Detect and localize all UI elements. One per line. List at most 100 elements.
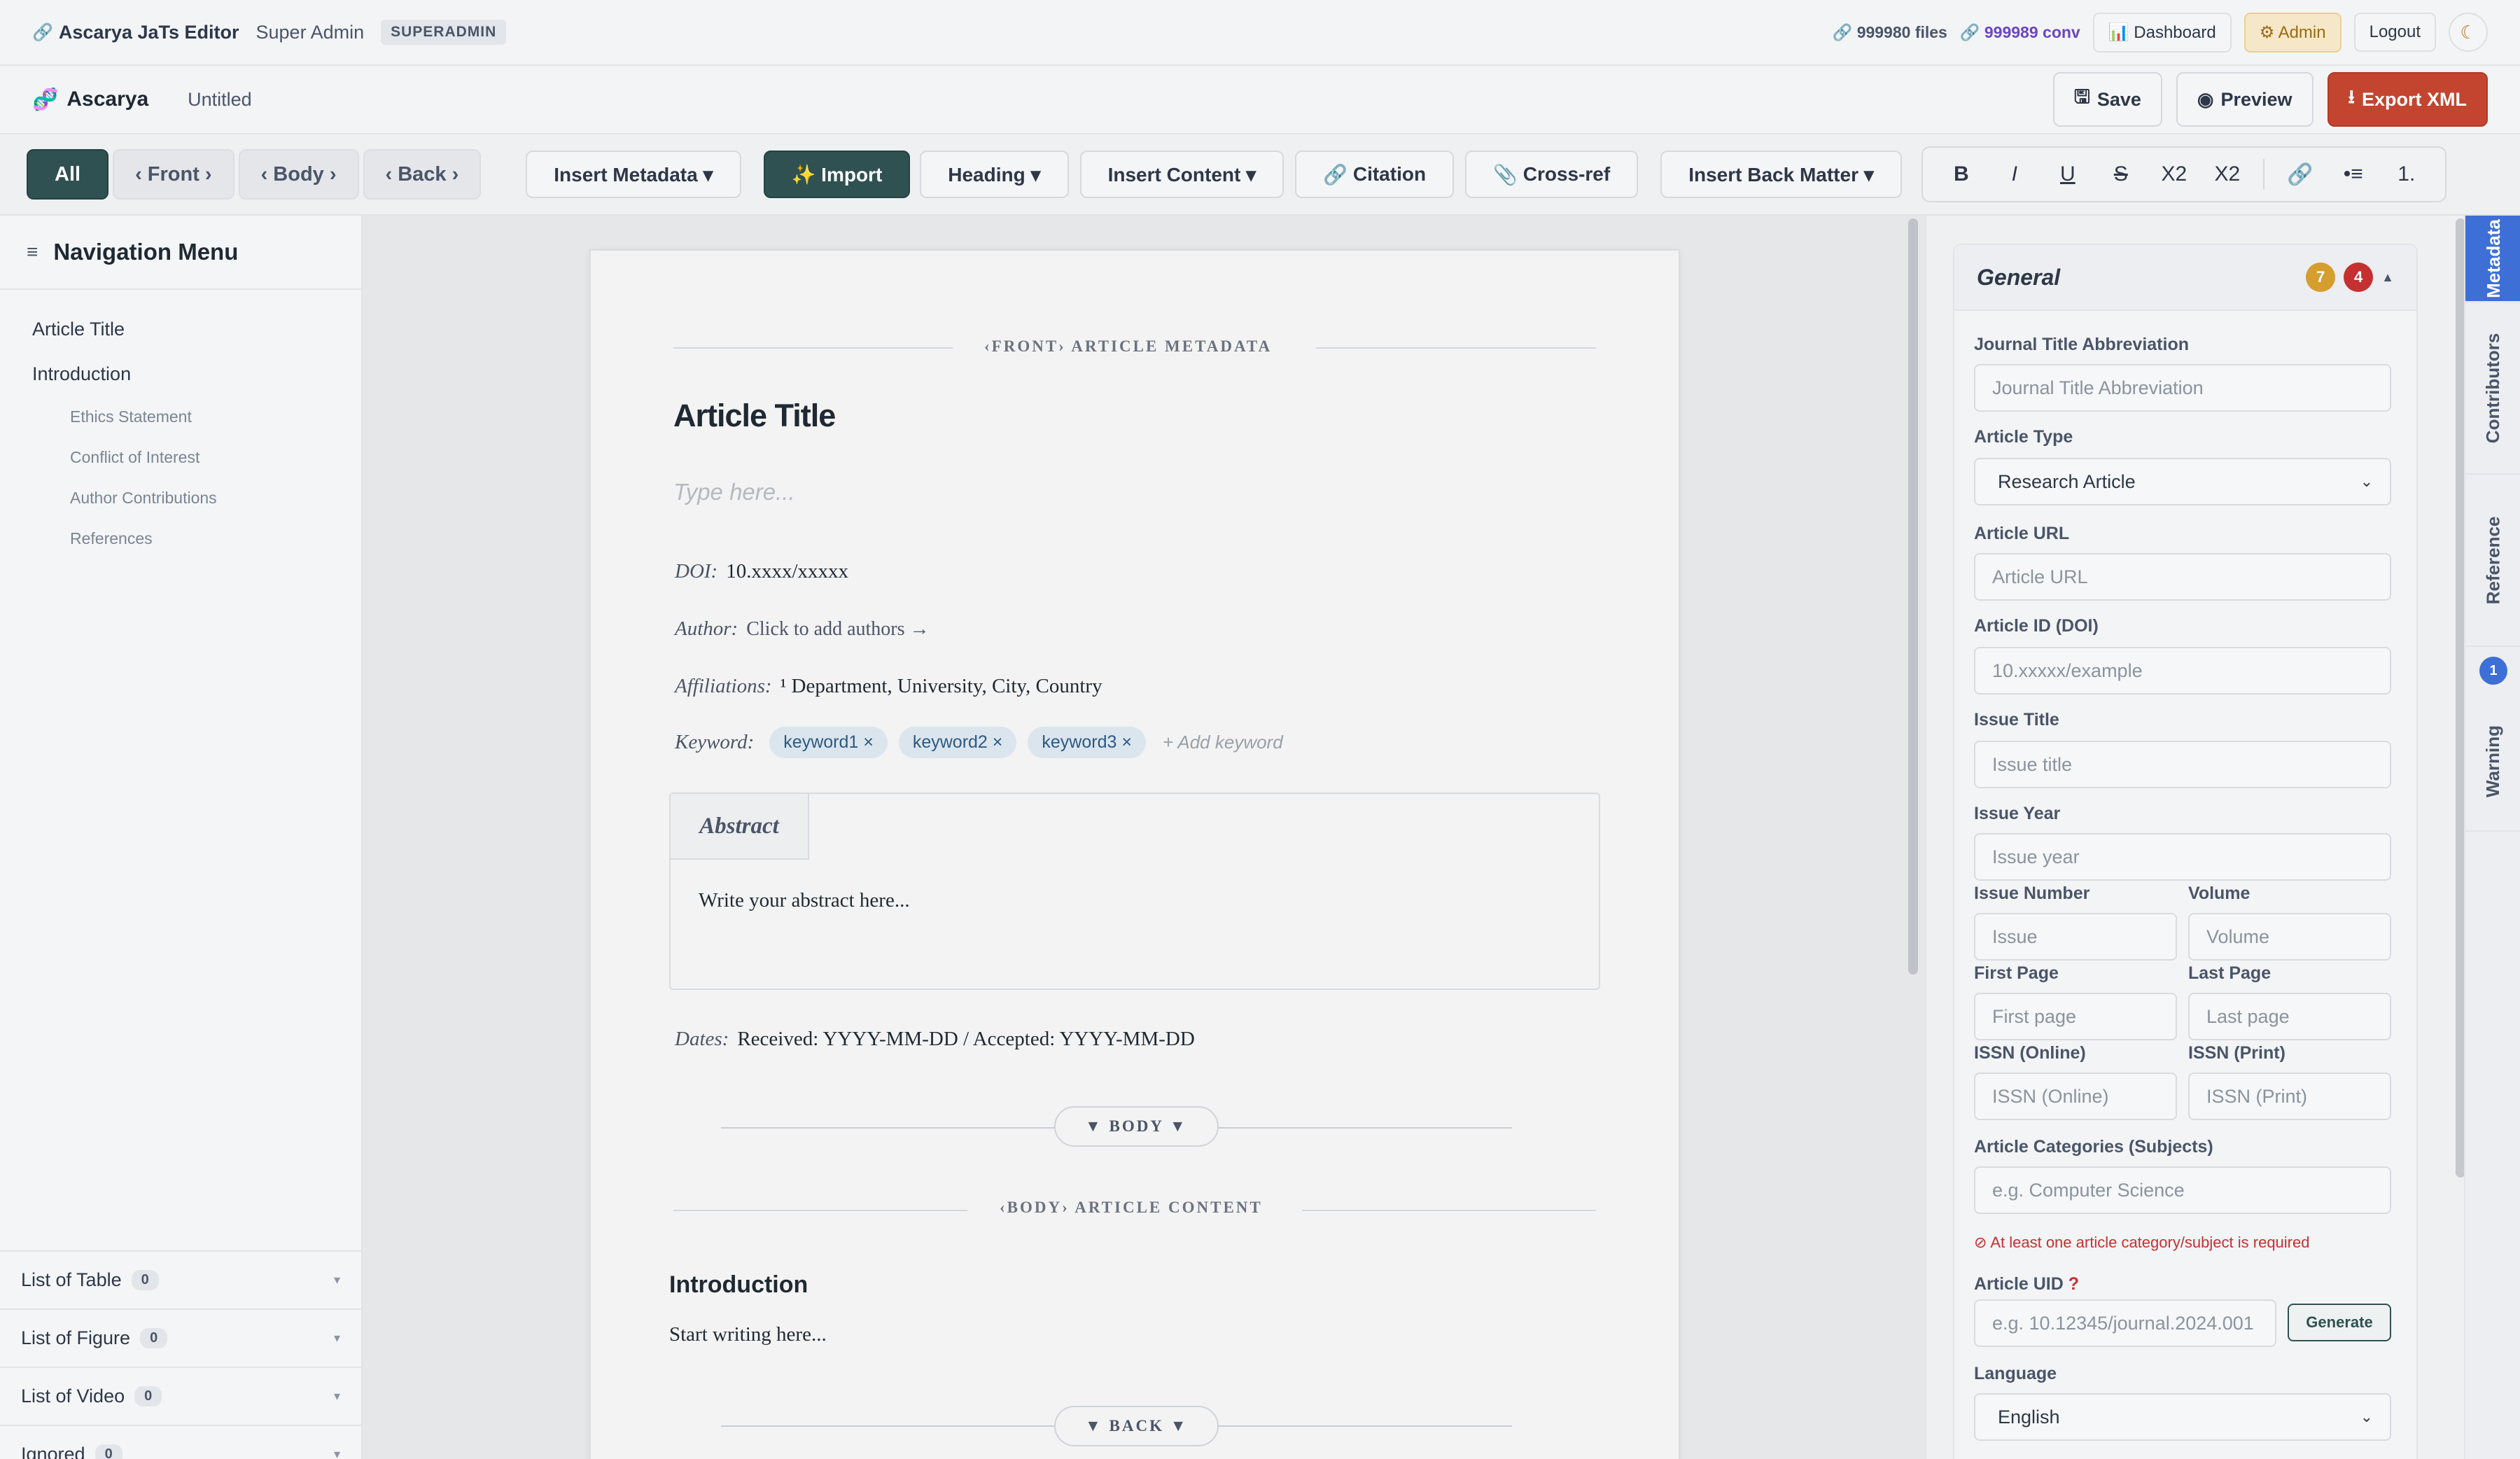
body-divider-right bbox=[1302, 1210, 1596, 1211]
gear-icon: ⚙ bbox=[2259, 22, 2275, 42]
keyword-chip[interactable]: keyword3 × bbox=[1028, 727, 1146, 758]
segment-body[interactable]: ‹ Body › bbox=[238, 149, 359, 200]
save-button[interactable]: 🖫 Save bbox=[2052, 72, 2162, 127]
nav-item-introduction[interactable]: Introduction bbox=[0, 351, 361, 396]
affiliations-field[interactable]: Affiliations: ¹ Department, University, C… bbox=[675, 675, 1102, 698]
article-type-select[interactable]: Research Article ⌄ bbox=[1974, 458, 2391, 505]
volume-input[interactable]: Volume bbox=[2188, 913, 2391, 961]
author-field[interactable]: Author: Click to add authors → bbox=[675, 617, 930, 641]
issue-title-input[interactable]: Issue title bbox=[1974, 741, 2391, 788]
format-toolbar: B I U S X2 X2 🔗 •≡ 1. bbox=[1921, 146, 2446, 202]
strikethrough-button[interactable]: S bbox=[2096, 162, 2146, 186]
italic-button[interactable]: I bbox=[1990, 162, 2039, 186]
insert-metadata-button[interactable]: Insert Metadata ▾ bbox=[526, 151, 741, 198]
volume-label: Volume bbox=[2188, 884, 2250, 903]
dark-mode-toggle[interactable]: ☾ bbox=[2449, 13, 2488, 52]
link-icon[interactable]: 🔗 bbox=[2276, 162, 2325, 187]
categories-input[interactable]: e.g. Computer Science bbox=[1974, 1166, 2391, 1214]
journal-abbrev-input[interactable]: Journal Title Abbreviation bbox=[1974, 364, 2391, 412]
doi-field[interactable]: DOI: 10.xxxx/xxxxx bbox=[675, 560, 848, 583]
tab-warning[interactable]: Warning bbox=[2465, 692, 2520, 832]
crossref-button[interactable]: 📎 Cross-ref bbox=[1465, 151, 1639, 198]
error-count-badge: 4 bbox=[2344, 263, 2374, 292]
tab-reference[interactable]: Reference bbox=[2465, 475, 2520, 647]
generate-button[interactable]: Generate bbox=[2288, 1304, 2391, 1341]
list-of-table[interactable]: List of Table 0 ▾ bbox=[0, 1250, 361, 1308]
abstract-box[interactable]: Abstract Write your abstract here... bbox=[669, 793, 1600, 990]
numbered-list-button[interactable]: 1. bbox=[2382, 162, 2431, 186]
section-heading[interactable]: Introduction bbox=[669, 1271, 808, 1299]
nav-subitem-contributions[interactable]: Author Contributions bbox=[0, 477, 361, 518]
brand-name: Ascarya bbox=[66, 88, 149, 111]
chevron-up-icon[interactable]: ▲ bbox=[2381, 270, 2394, 285]
nav-subitem-references[interactable]: References bbox=[0, 518, 361, 559]
role-badge: SUPERADMIN bbox=[381, 20, 507, 45]
issue-title-label: Issue Title bbox=[1974, 710, 2059, 730]
nav-title: Navigation Menu bbox=[53, 239, 239, 265]
bullet-list-icon[interactable]: •≡ bbox=[2329, 162, 2378, 186]
keyword-chip[interactable]: keyword2 × bbox=[898, 727, 1017, 758]
list-count: 0 bbox=[94, 1444, 122, 1459]
first-page-input[interactable]: First page bbox=[1974, 993, 2177, 1040]
nav-item-article-title[interactable]: Article Title bbox=[0, 307, 361, 351]
segment-front[interactable]: ‹ Front › bbox=[113, 149, 234, 200]
subscript-button[interactable]: X2 bbox=[2150, 162, 2199, 186]
nav-subitem-conflict[interactable]: Conflict of Interest bbox=[0, 437, 361, 477]
logout-button[interactable]: Logout bbox=[2353, 13, 2436, 52]
list-of-figure[interactable]: List of Figure 0 ▾ bbox=[0, 1308, 361, 1367]
categories-error: ⊘ At least one article category/subject … bbox=[1974, 1234, 2309, 1252]
dashboard-button[interactable]: 📊 Dashboard bbox=[2092, 12, 2232, 53]
list-of-video[interactable]: List of Video 0 ▾ bbox=[0, 1367, 361, 1425]
hamburger-icon[interactable]: ≡ bbox=[27, 241, 38, 263]
general-card-header[interactable]: General 7 4 ▲ bbox=[1954, 245, 2416, 311]
uid-input[interactable]: e.g. 10.12345/journal.2024.001 bbox=[1974, 1299, 2276, 1347]
doi-label: DOI: bbox=[675, 560, 718, 582]
tab-metadata[interactable]: Metadata bbox=[2465, 216, 2520, 302]
nav-subitem-ethics[interactable]: Ethics Statement bbox=[0, 396, 361, 437]
keyword-chip[interactable]: keyword1 × bbox=[769, 727, 888, 758]
preview-button[interactable]: ◉ Preview bbox=[2176, 72, 2314, 127]
article-url-input[interactable]: Article URL bbox=[1974, 553, 2391, 601]
chevron-down-icon: ▾ bbox=[333, 1273, 340, 1287]
dashboard-label: Dashboard bbox=[2134, 22, 2216, 42]
app-title: Ascarya JaTs Editor bbox=[58, 21, 239, 43]
issn-print-input[interactable]: ISSN (Print) bbox=[2188, 1073, 2391, 1120]
underline-button[interactable]: U bbox=[2043, 162, 2092, 186]
brand-logo: 🧬 Ascarya bbox=[32, 88, 148, 112]
body-divider-left bbox=[673, 1210, 967, 1211]
citation-button[interactable]: 🔗 Citation bbox=[1295, 151, 1455, 198]
issue-year-input[interactable]: Issue year bbox=[1974, 833, 2391, 881]
abstract-text[interactable]: Write your abstract here... bbox=[699, 889, 910, 912]
doi-value: 10.xxxx/xxxxx bbox=[726, 560, 849, 582]
insert-content-button[interactable]: Insert Content ▾ bbox=[1079, 151, 1284, 198]
back-section-marker[interactable]: ▼ BACK ▼ bbox=[1054, 1406, 1219, 1446]
insert-back-matter-button[interactable]: Insert Back Matter ▾ bbox=[1660, 151, 1902, 198]
heading-button[interactable]: Heading ▾ bbox=[920, 151, 1069, 198]
add-keyword-button[interactable]: + Add keyword bbox=[1163, 732, 1283, 753]
help-icon[interactable]: ? bbox=[2068, 1274, 2079, 1294]
user-name: Super Admin bbox=[255, 21, 365, 43]
crossref-label: Cross-ref bbox=[1522, 163, 1611, 185]
bold-button[interactable]: B bbox=[1937, 162, 1986, 186]
import-button[interactable]: ✨ Import bbox=[763, 151, 911, 198]
body-text[interactable]: Start writing here... bbox=[669, 1323, 827, 1346]
article-title[interactable]: Article Title bbox=[673, 398, 836, 434]
segment-all[interactable]: All bbox=[27, 149, 109, 200]
language-select[interactable]: English ⌄ bbox=[1974, 1393, 2391, 1441]
export-xml-button[interactable]: ⭳ Export XML bbox=[2327, 72, 2488, 127]
admin-button[interactable]: ⚙ Admin bbox=[2244, 12, 2342, 53]
body-section-marker[interactable]: ▼ BODY ▼ bbox=[1054, 1106, 1219, 1147]
title-placeholder[interactable]: Type here... bbox=[673, 479, 795, 505]
document-name[interactable]: Untitled bbox=[188, 89, 252, 111]
list-ignored[interactable]: Ignored 0 ▾ bbox=[0, 1425, 361, 1459]
segment-back[interactable]: ‹ Back › bbox=[363, 149, 482, 200]
issn-online-input[interactable]: ISSN (Online) bbox=[1974, 1073, 2177, 1120]
editor-scrollbar[interactable] bbox=[1908, 218, 1918, 975]
dates-field[interactable]: Dates: Received: YYYY-MM-DD / Accepted: Y… bbox=[675, 1028, 1195, 1051]
last-page-input[interactable]: Last page bbox=[2188, 993, 2391, 1040]
list-label: Ignored bbox=[21, 1444, 85, 1459]
doi-input[interactable]: 10.xxxxx/example bbox=[1974, 647, 2391, 694]
issue-number-input[interactable]: Issue bbox=[1974, 913, 2177, 961]
tab-contributors[interactable]: Contributors bbox=[2465, 302, 2520, 475]
superscript-button[interactable]: X2 bbox=[2203, 162, 2252, 186]
